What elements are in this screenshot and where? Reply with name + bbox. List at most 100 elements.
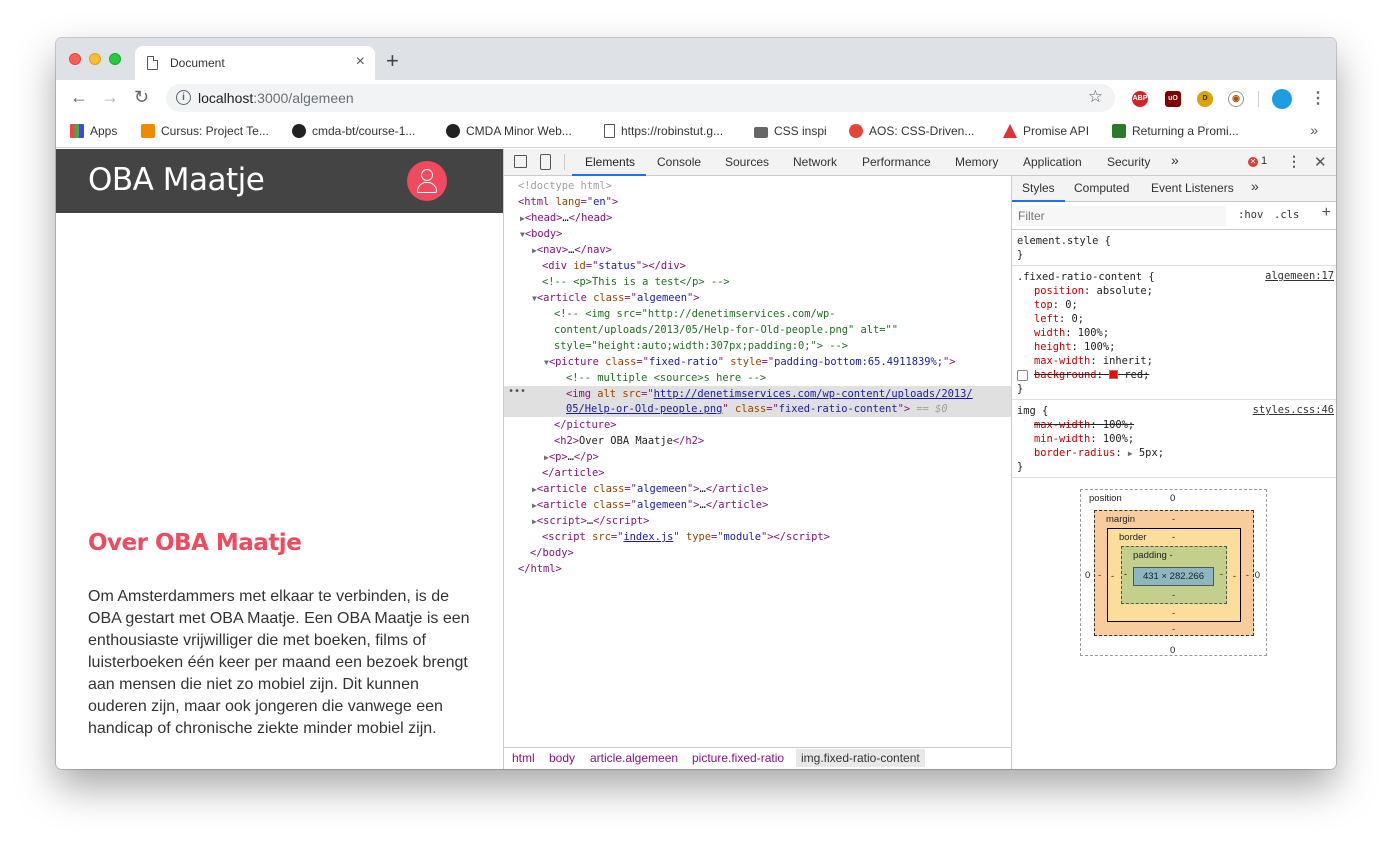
box-padding[interactable]: padding - - - - 431 × 282.266 — [1121, 546, 1227, 604]
tab-console[interactable]: Console — [657, 155, 701, 169]
box-position-top[interactable]: 0 — [1170, 493, 1175, 504]
maximize-window-button[interactable] — [109, 53, 121, 65]
minimize-window-button[interactable] — [89, 53, 101, 65]
dom-comment-img[interactable]: <!-- <img src="http://denetimservices.co… — [554, 306, 836, 322]
dom-node-html[interactable]: <html lang="en"> — [518, 194, 618, 210]
dom-node-img-2[interactable]: 05/Help-or-Old-people.png" class="fixed-… — [566, 401, 948, 417]
rule-selector[interactable]: img { — [1017, 404, 1048, 418]
decl-left[interactable]: left: 0; — [1034, 312, 1084, 326]
dom-node-picture-close[interactable]: </picture> — [554, 417, 617, 433]
box-padding-bottom[interactable]: - — [1172, 590, 1175, 601]
crumb-html[interactable]: html — [512, 751, 535, 765]
more-tabs-icon[interactable]: » — [1171, 152, 1179, 168]
new-rule-icon[interactable]: + — [1322, 204, 1331, 222]
crumb-article[interactable]: article.algemeen — [590, 751, 678, 765]
new-tab-button[interactable]: + — [386, 48, 399, 74]
inspect-element-icon[interactable] — [514, 155, 527, 168]
info-icon[interactable]: i — [176, 90, 191, 105]
decl-toggle-checkbox[interactable] — [1017, 370, 1028, 381]
dom-node-nav[interactable]: ▶<nav>…</nav> — [532, 242, 612, 259]
dom-comment-img-3[interactable]: style="height:auto;width:307px;padding:0… — [554, 338, 848, 354]
tab-elements[interactable]: Elements — [585, 155, 635, 169]
dom-node-article-close[interactable]: </article> — [542, 465, 605, 481]
bookmark-promise-api[interactable]: Promise API — [1003, 124, 1089, 138]
extension-d-icon[interactable]: D — [1197, 91, 1213, 107]
decl-top[interactable]: top: 0; — [1034, 298, 1078, 312]
rule-selector[interactable]: element.style { — [1017, 234, 1111, 248]
eye-extension-icon[interactable]: ◉ — [1228, 91, 1244, 107]
back-button[interactable]: ← — [70, 87, 88, 108]
ublock-extension-icon[interactable]: uO — [1165, 91, 1181, 107]
bookmark-css-inspi[interactable]: CSS inspi — [754, 124, 827, 138]
profile-avatar-icon[interactable] — [1272, 89, 1292, 109]
reload-button[interactable]: ↻ — [134, 87, 149, 108]
rule-source-link[interactable]: algemeen:17 — [1265, 270, 1334, 282]
dom-node-body[interactable]: ▼<body> — [520, 226, 562, 243]
error-counter[interactable]: ✕ 1 — [1248, 155, 1267, 167]
box-margin-right[interactable]: - — [1246, 570, 1249, 581]
tab-security[interactable]: Security — [1107, 155, 1150, 169]
class-toggle[interactable]: .cls — [1274, 209, 1299, 221]
box-border-left[interactable]: - — [1111, 571, 1114, 582]
box-position-left[interactable]: 0 — [1085, 570, 1090, 581]
crumb-img[interactable]: img.fixed-ratio-content — [796, 749, 925, 767]
box-position-bottom[interactable]: 0 — [1170, 645, 1175, 656]
decl-position[interactable]: position: absolute; — [1034, 284, 1153, 298]
decl-border-radius[interactable]: border-radius: ▶ 5px; — [1034, 446, 1164, 461]
dom-node-head[interactable]: ▶<head>…</head> — [520, 210, 612, 227]
user-account-button[interactable] — [407, 161, 447, 201]
devtools-menu-icon[interactable]: ⋮ — [1287, 153, 1301, 170]
site-title[interactable]: OBA Maatje — [88, 162, 265, 198]
dom-node-html-close[interactable]: </html> — [518, 561, 562, 577]
browser-tab[interactable]: Document × — [135, 46, 375, 80]
box-content-size[interactable]: 431 × 282.266 — [1133, 567, 1214, 586]
bookmark-cursus[interactable]: Cursus: Project Te... — [141, 124, 269, 138]
dom-node-article-3[interactable]: ▶<article class="algemeen">…</article> — [532, 497, 768, 514]
more-panes-icon[interactable]: » — [1251, 178, 1259, 194]
decl-height[interactable]: height: 100%; — [1034, 340, 1115, 354]
box-border-bottom[interactable]: - — [1172, 608, 1175, 619]
dom-node-img[interactable]: <img alt src="http://denetimservices.com… — [566, 386, 973, 402]
box-margin-bottom[interactable]: - — [1172, 624, 1175, 635]
dom-node-picture[interactable]: ▼<picture class="fixed-ratio" style="pad… — [544, 354, 956, 371]
bookmark-cmda-minor[interactable]: CMDA Minor Web... — [446, 124, 572, 138]
tab-performance[interactable]: Performance — [862, 155, 931, 169]
box-border-top[interactable]: - — [1172, 532, 1175, 543]
styles-filter-input[interactable] — [1016, 206, 1226, 226]
crumb-body[interactable]: body — [549, 751, 575, 765]
close-tab-icon[interactable]: × — [356, 53, 365, 71]
dom-node-script-module[interactable]: <script src="index.js" type="module"></s… — [542, 529, 830, 545]
decl-min-width[interactable]: min-width: 100%; — [1034, 432, 1134, 446]
device-toolbar-icon[interactable] — [540, 154, 551, 170]
box-border[interactable]: border - - - - padding - - - - 431 × 282… — [1107, 528, 1241, 622]
more-bookmarks-icon[interactable]: » — [1310, 122, 1318, 138]
bookmark-aos[interactable]: AOS: CSS-Driven... — [849, 124, 974, 138]
browser-menu-icon[interactable]: ⋮ — [1310, 88, 1326, 108]
dom-comment-img-2[interactable]: content/uploads/2013/05/Help-for-Old-peo… — [554, 322, 898, 338]
tab-memory[interactable]: Memory — [955, 155, 998, 169]
tab-sources[interactable]: Sources — [725, 155, 769, 169]
dom-comment-source[interactable]: <!-- multiple <source>s here --> — [566, 370, 766, 386]
decl-max-width[interactable]: max-width: 100%; — [1034, 418, 1134, 432]
box-margin[interactable]: margin - - - - border - - - - padding - … — [1094, 510, 1254, 636]
tab-event-listeners[interactable]: Event Listeners — [1151, 181, 1234, 195]
devtools-close-icon[interactable]: ✕ — [1314, 153, 1327, 171]
dom-comment[interactable]: <!-- <p>This is a test</p> --> — [542, 274, 730, 290]
dom-node-body-close[interactable]: </body> — [530, 545, 574, 561]
dom-node-doctype[interactable]: <!doctype html> — [518, 178, 612, 194]
box-border-right[interactable]: - — [1233, 571, 1236, 582]
dom-node-p[interactable]: ▶<p>…</p> — [544, 449, 599, 466]
url-text[interactable]: localhost:3000/algemeen — [198, 90, 354, 106]
crumb-picture[interactable]: picture.fixed-ratio — [692, 751, 784, 765]
bookmark-cmda-bt[interactable]: cmda-bt/course-1... — [292, 124, 415, 138]
dom-node-article[interactable]: ▼<article class="algemeen"> — [532, 290, 700, 307]
tab-styles[interactable]: Styles — [1022, 181, 1055, 195]
address-bar[interactable]: i localhost:3000/algemeen ☆ — [166, 84, 1115, 112]
box-margin-left[interactable]: - — [1098, 570, 1101, 581]
box-padding-right[interactable]: - — [1220, 569, 1223, 580]
tab-computed[interactable]: Computed — [1074, 181, 1129, 195]
dom-node-div-status[interactable]: <div id="status"></div> — [542, 258, 686, 274]
hover-state-toggle[interactable]: :hov — [1238, 209, 1263, 221]
decl-width[interactable]: width: 100%; — [1034, 326, 1109, 340]
box-position-right[interactable]: 0 — [1255, 570, 1260, 581]
